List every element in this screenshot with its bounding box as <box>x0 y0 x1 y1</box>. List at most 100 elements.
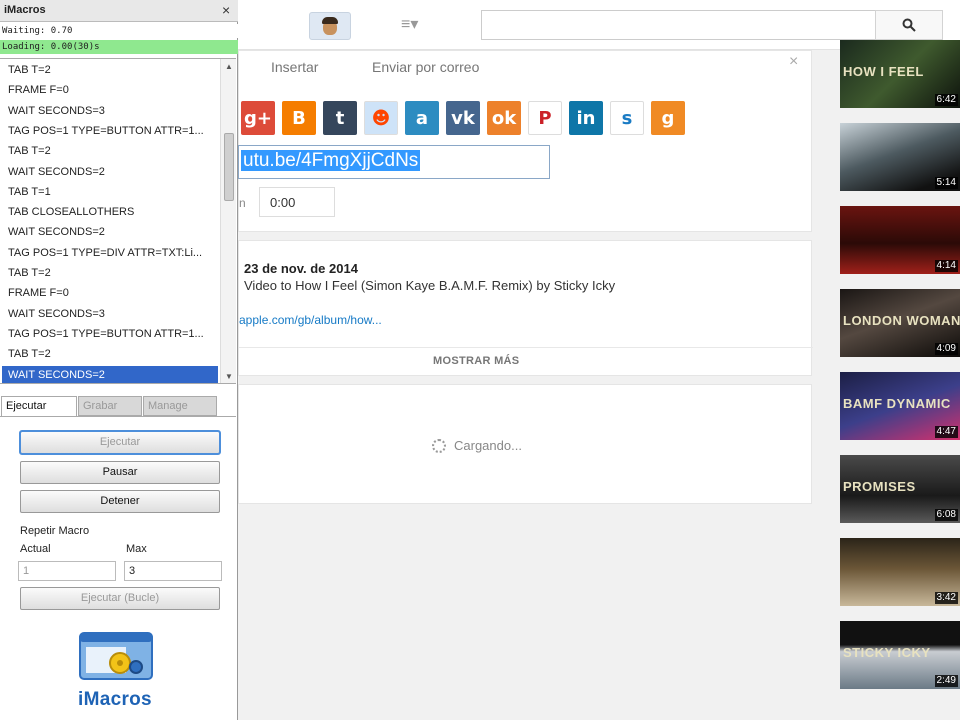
stop-button[interactable]: Detener <box>20 490 220 513</box>
video-duration: 3:42 <box>934 592 958 604</box>
video-duration: 2:49 <box>934 675 958 687</box>
user-avatar[interactable] <box>309 12 351 40</box>
waiting-status: Waiting: 0.70 <box>0 24 238 38</box>
actual-label: Actual <box>20 543 51 555</box>
search-input[interactable] <box>481 10 876 40</box>
imacros-tabs: Ejecutar Grabar Manage <box>0 394 236 416</box>
share-panel: Insertar Enviar por correo × g+ Bt ☻ a vk ok P… <box>238 50 812 232</box>
odnoklassniki-icon[interactable]: ok <box>487 101 521 135</box>
description-panel: 23 de nov. de 2014 Video to How I Feel (… <box>238 240 813 376</box>
thumbnail-title: PROMISES <box>843 479 916 494</box>
macro-line[interactable]: WAIT SECONDS=2 <box>2 365 218 383</box>
google-plus-icon[interactable]: g+ <box>241 101 275 135</box>
max-field[interactable]: 3 <box>124 561 222 581</box>
thumbnail-title: STICKY ICKY <box>843 645 931 660</box>
pinterest-icon[interactable]: P <box>528 101 562 135</box>
reddit-icon[interactable]: ☻ <box>364 101 398 135</box>
thumbnail-title: HOW I FEEL <box>843 64 924 79</box>
blogger-icon[interactable]: B <box>282 101 316 135</box>
close-icon[interactable]: × <box>789 53 798 71</box>
share-url-field[interactable]: utu.be/4FmgXjjCdNs <box>238 145 550 179</box>
macro-line[interactable]: WAIT SECONDS=3 <box>2 305 218 323</box>
video-duration: 5:14 <box>934 177 958 189</box>
tab-manage[interactable]: Manage <box>143 396 217 416</box>
thumbnail-title: LONDON WOMAN <box>843 313 960 328</box>
stumbleupon-icon[interactable]: s <box>610 101 644 135</box>
publish-date: 23 de nov. de 2014 <box>244 261 358 276</box>
show-more-button[interactable]: MOSTRAR MÁS <box>433 355 519 367</box>
video-thumbnail[interactable]: 3:42 <box>840 538 960 606</box>
imacros-run-panel: Ejecutar Pausar Detener Repetir Macro Ac… <box>0 416 236 720</box>
macro-line[interactable]: TAB T=2 <box>2 142 218 160</box>
macro-line[interactable]: FRAME F=0 <box>2 284 218 302</box>
run-button[interactable]: Ejecutar <box>19 430 221 455</box>
related-videos: HOW I FEEL 6:42 5:14 4:14 LONDON WOMAN 4:09 BA… <box>838 40 960 720</box>
loading-spinner-icon <box>432 439 446 453</box>
tab-embed[interactable]: Insertar <box>271 59 318 75</box>
video-thumbnail[interactable]: 5:14 <box>840 123 960 191</box>
macro-line[interactable]: WAIT SECONDS=2 <box>2 223 218 241</box>
video-thumbnail[interactable]: PROMISES 6:08 <box>840 455 960 523</box>
video-thumbnail[interactable]: HOW I FEEL 6:42 <box>840 40 960 108</box>
tab-email[interactable]: Enviar por correo <box>372 59 479 75</box>
run-loop-button[interactable]: Ejecutar (Bucle) <box>20 587 220 610</box>
description-link[interactable]: apple.com/gb/album/how... <box>239 313 382 327</box>
linkedin-icon[interactable]: in <box>569 101 603 135</box>
scrollbar-thumb[interactable] <box>224 133 234 201</box>
guide-menu-icon[interactable]: ≡▾ <box>401 14 431 36</box>
macro-line[interactable]: FRAME F=0 <box>2 81 218 99</box>
macro-line[interactable]: TAB T=2 <box>2 345 218 363</box>
share-icons-row: g+ Bt ☻ a vk ok Pin s g <box>241 101 685 135</box>
repeat-macro-label: Repetir Macro <box>20 525 90 537</box>
goo-icon[interactable]: g <box>651 101 685 135</box>
macro-list[interactable]: TAB T=2 FRAME F=0 WAIT SECONDS=3 TAG POS=1 … <box>0 58 236 384</box>
start-time-input[interactable]: 0:00 <box>259 187 335 217</box>
search-icon <box>902 18 916 32</box>
video-thumbnail[interactable]: LONDON WOMAN 4:09 <box>840 289 960 357</box>
max-label: Max <box>126 543 147 555</box>
share-url-text: utu.be/4FmgXjjCdNs <box>241 150 421 171</box>
description-text: Video to How I Feel (Simon Kaye B.A.M.F.… <box>244 278 616 293</box>
loading-status: Loading: 0.00(30)s <box>0 40 238 54</box>
scroll-up-icon[interactable]: ▲ <box>225 62 233 71</box>
video-thumbnail[interactable]: STICKY ICKY 2:49 <box>840 621 960 689</box>
macro-list-scrollbar[interactable]: ▲ ▼ <box>220 59 236 383</box>
imacros-panel: iMacros × Waiting: 0.70 Loading: 0.00(30… <box>0 0 238 720</box>
vk-icon[interactable]: vk <box>446 101 480 135</box>
macro-line[interactable]: WAIT SECONDS=2 <box>2 163 218 181</box>
tab-run[interactable]: Ejecutar <box>1 396 77 416</box>
ameba-icon[interactable]: a <box>405 101 439 135</box>
macro-line[interactable]: TAG POS=1 TYPE=BUTTON ATTR=1... <box>2 122 218 140</box>
divider <box>239 347 813 348</box>
video-duration: 4:14 <box>934 260 958 272</box>
loading-text: Cargando... <box>454 438 522 453</box>
thumbnail-title: BAMF DYNAMIC <box>843 396 951 411</box>
imacros-title-bar: iMacros × <box>0 0 238 22</box>
video-duration: 6:42 <box>934 94 958 106</box>
macro-line[interactable]: WAIT SECONDS=3 <box>2 102 218 120</box>
imacros-title: iMacros <box>4 4 46 16</box>
video-thumbnail[interactable]: 4:14 <box>840 206 960 274</box>
start-at-label: n <box>239 196 246 210</box>
search-button[interactable] <box>875 10 943 40</box>
macro-line[interactable]: TAB T=2 <box>2 264 218 282</box>
tumblr-icon[interactable]: t <box>323 101 357 135</box>
screen: ≡▾ Insertar Enviar por correo × g+ Bt ☻ a vk… <box>0 0 960 720</box>
scroll-down-icon[interactable]: ▼ <box>225 372 233 381</box>
tab-record[interactable]: Grabar <box>78 396 142 416</box>
imacros-logo-text: iMacros <box>78 689 152 710</box>
close-icon[interactable]: × <box>222 2 230 18</box>
actual-field[interactable]: 1 <box>18 561 116 581</box>
macro-line[interactable]: TAB T=2 <box>2 61 218 79</box>
macro-line[interactable]: TAB CLOSEALLOTHERS <box>2 203 218 221</box>
pause-button[interactable]: Pausar <box>20 461 220 484</box>
macro-line[interactable]: TAB T=1 <box>2 183 218 201</box>
imacros-logo-icon <box>79 632 153 680</box>
macro-line[interactable]: TAG POS=1 TYPE=BUTTON ATTR=1... <box>2 325 218 343</box>
video-duration: 4:09 <box>934 343 958 355</box>
video-duration: 6:08 <box>934 509 958 521</box>
comments-panel: Cargando... <box>238 384 812 504</box>
video-thumbnail[interactable]: BAMF DYNAMIC 4:47 <box>840 372 960 440</box>
video-duration: 4:47 <box>934 426 958 438</box>
macro-line[interactable]: TAG POS=1 TYPE=DIV ATTR=TXT:Li... <box>2 244 218 262</box>
